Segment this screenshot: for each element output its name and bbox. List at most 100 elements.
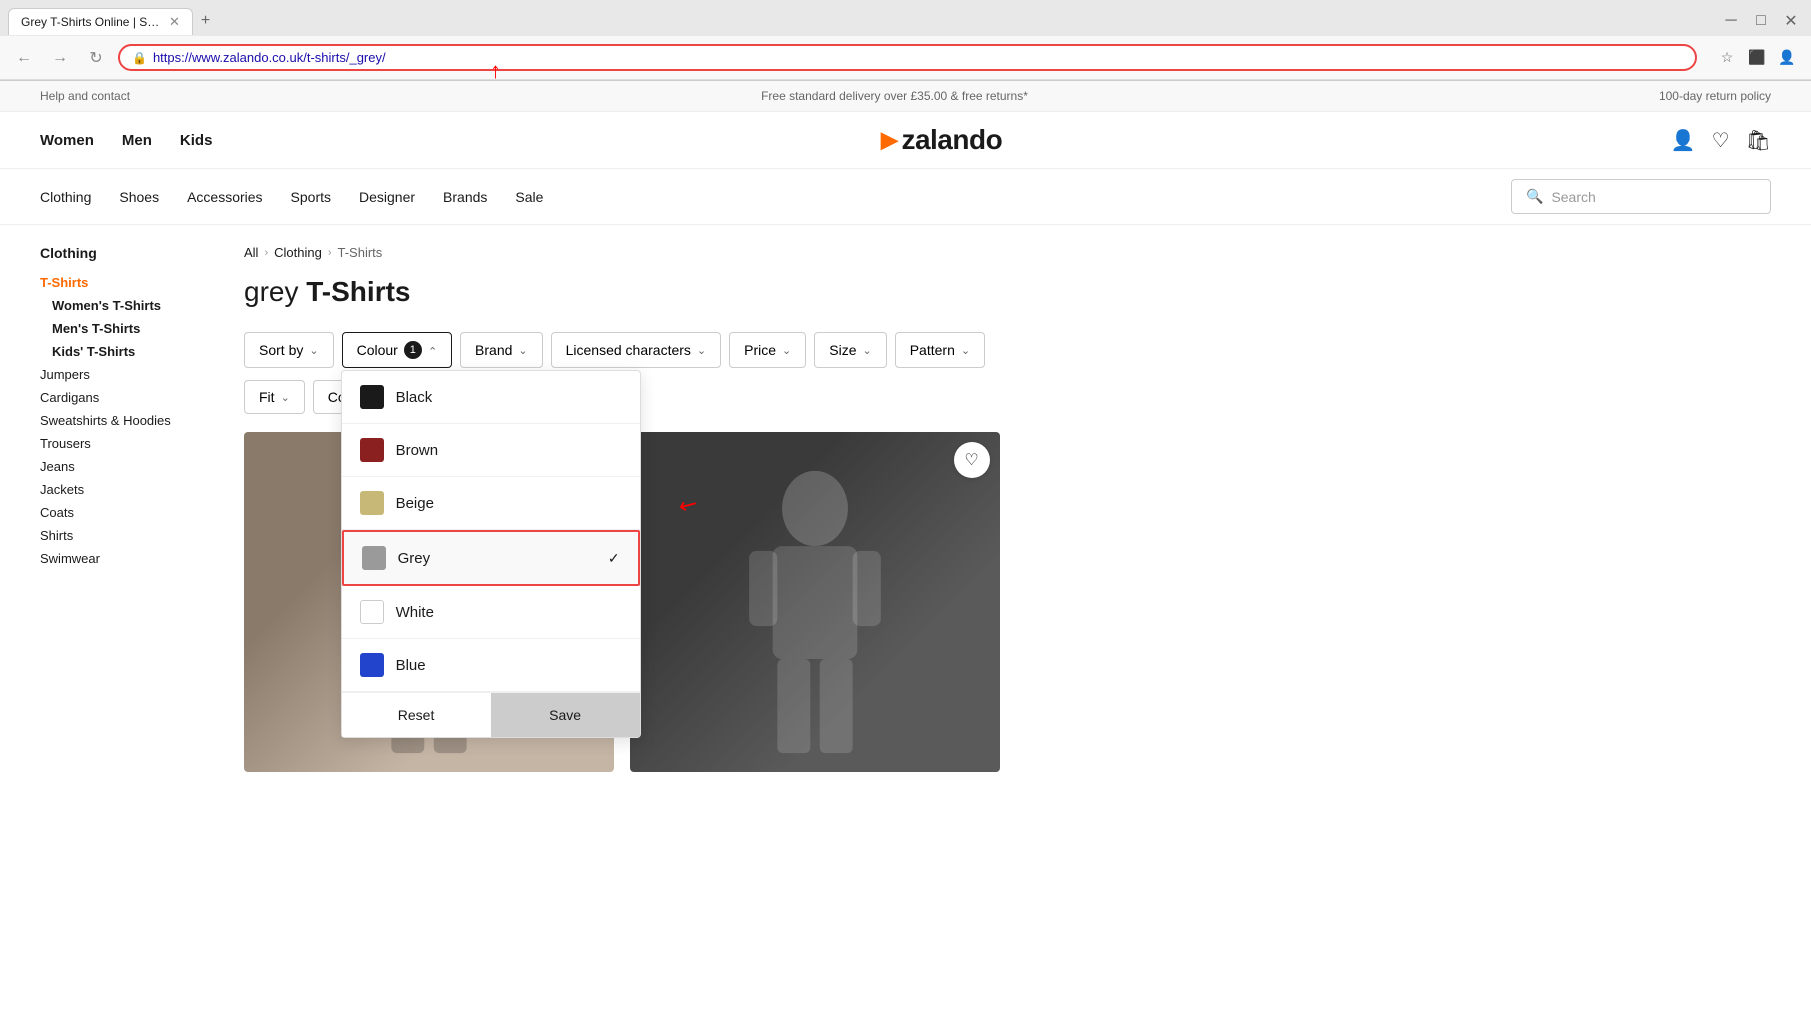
logo-play-icon: ▶ [881,127,897,153]
refresh-button[interactable]: ↻ [82,44,110,72]
filter-brand[interactable]: Brand ⌄ [460,332,543,368]
sidebar-item-womens-tshirts[interactable]: Women's T-Shirts [40,294,220,317]
filter-bar-row1: Sort by ⌄ Colour 1 ⌄ Black [244,332,1771,368]
sub-nav-designer[interactable]: Designer [359,189,415,205]
colour-swatch-beige [360,491,384,515]
sidebar-item-sweatshirts[interactable]: Sweatshirts & Hoodies [40,409,220,432]
browser-chrome: Grey T-Shirts Online | Shop You... ✕ + ─… [0,0,1811,81]
nav-kids[interactable]: Kids [180,132,213,149]
sub-nav-shoes[interactable]: Shoes [119,189,159,205]
site-logo[interactable]: ▶ zalando [232,124,1650,156]
colour-item-beige[interactable]: Beige [342,477,640,530]
content-area: Clothing T-Shirts Women's T-Shirts Men's… [0,225,1811,792]
sidebar-heading: Clothing [40,245,220,261]
colour-item-grey[interactable]: Grey ✓ ↙ [342,530,640,586]
browser-tab-active[interactable]: Grey T-Shirts Online | Shop You... ✕ [8,8,193,35]
product-image-2 [630,432,1000,772]
sidebar-item-mens-tshirts[interactable]: Men's T-Shirts [40,317,220,340]
sidebar-item-shirts[interactable]: Shirts [40,524,220,547]
sidebar-item-trousers[interactable]: Trousers [40,432,220,455]
top-banner: Help and contact Free standard delivery … [0,81,1811,112]
sort-by-chevron: ⌄ [309,344,318,357]
wishlist-button-2[interactable]: ♡ [954,442,990,478]
help-contact-link[interactable]: Help and contact [40,89,130,103]
breadcrumb-clothing[interactable]: Clothing [274,245,322,260]
minimize-button[interactable]: ─ [1719,9,1743,33]
sub-nav-brands[interactable]: Brands [443,189,487,205]
bookmark-button[interactable]: ☆ [1713,44,1741,72]
sub-nav-sale[interactable]: Sale [515,189,543,205]
dropdown-actions: Reset Save [342,692,640,737]
product-card-2[interactable]: ♡ [630,432,1000,772]
breadcrumb-all[interactable]: All [244,245,258,260]
address-bar[interactable]: 🔒 [118,44,1697,71]
search-placeholder: Search [1551,189,1595,205]
size-label: Size [829,342,856,358]
filter-size[interactable]: Size ⌄ [814,332,886,368]
site-header: Women Men Kids ▶ zalando 👤 ♡ 🛍 [0,112,1811,169]
sidebar-item-kids-tshirts[interactable]: Kids' T-Shirts [40,340,220,363]
page-title: grey T-Shirts [244,276,1771,308]
sidebar-item-jackets[interactable]: Jackets [40,478,220,501]
colour-swatch-white [360,600,384,624]
licensed-characters-label: Licensed characters [566,342,691,358]
colour-item-white[interactable]: White [342,586,640,639]
wishlist-icon[interactable]: ♡ [1712,128,1730,153]
size-chevron: ⌄ [863,344,872,357]
price-chevron: ⌄ [782,344,791,357]
nav-men[interactable]: Men [122,132,152,149]
filter-fit[interactable]: Fit ⌄ [244,380,305,414]
main-nav: Women Men Kids [40,132,212,149]
filter-price[interactable]: Price ⌄ [729,332,806,368]
nav-women[interactable]: Women [40,132,94,149]
breadcrumb-current: T-Shirts [338,245,383,260]
new-tab-button[interactable]: + [193,7,218,35]
extensions-button[interactable]: ⬛ [1743,44,1771,72]
account-icon[interactable]: 👤 [1671,128,1696,153]
colour-swatch-brown [360,438,384,462]
filter-pattern[interactable]: Pattern ⌄ [895,332,985,368]
browser-tabs: Grey T-Shirts Online | Shop You... ✕ + ─… [0,0,1811,36]
sidebar-item-coats[interactable]: Coats [40,501,220,524]
filter-sort-by[interactable]: Sort by ⌄ [244,332,334,368]
sidebar-item-swimwear[interactable]: Swimwear [40,547,220,570]
sub-nav-clothing[interactable]: Clothing [40,189,91,205]
sidebar-item-jumpers[interactable]: Jumpers [40,363,220,386]
colour-item-blue[interactable]: Blue [342,639,640,692]
sidebar-item-jeans[interactable]: Jeans [40,455,220,478]
fit-label: Fit [259,389,275,405]
colour-item-black[interactable]: Black [342,371,640,424]
sidebar-item-cardigans[interactable]: Cardigans [40,386,220,409]
product-figure-2 [715,452,915,772]
colour-save-button[interactable]: Save [491,693,640,737]
close-window-button[interactable]: ✕ [1779,9,1803,33]
back-button[interactable]: ← [10,44,38,72]
breadcrumb: All › Clothing › T-Shirts [244,245,1771,260]
filter-licensed-characters[interactable]: Licensed characters ⌄ [551,332,722,368]
colour-reset-button[interactable]: Reset [342,693,491,737]
sidebar-clothing-section: Clothing T-Shirts Women's T-Shirts Men's… [40,245,220,570]
colour-name-beige: Beige [396,495,622,512]
colour-name-black: Black [396,389,622,406]
licensed-characters-chevron: ⌄ [697,344,706,357]
colour-name-grey: Grey [398,550,596,567]
filter-colour[interactable]: Colour 1 ⌄ [342,332,452,368]
url-input[interactable] [153,50,1683,65]
cart-icon[interactable]: 🛍 [1746,128,1771,153]
colour-check-grey: ✓ [608,550,620,567]
sub-nav-accessories[interactable]: Accessories [187,189,262,205]
colour-item-brown[interactable]: Brown [342,424,640,477]
forward-button[interactable]: → [46,44,74,72]
profile-button[interactable]: 👤 [1773,44,1801,72]
colour-label: Colour [357,342,398,358]
sidebar-item-tshirts[interactable]: T-Shirts [40,271,220,294]
sub-nav-sports[interactable]: Sports [291,189,331,205]
delivery-banner: Free standard delivery over £35.00 & fre… [761,89,1028,103]
maximize-button[interactable]: □ [1749,9,1773,33]
brand-chevron: ⌄ [518,344,527,357]
tab-close-button[interactable]: ✕ [169,14,180,30]
breadcrumb-sep-1: › [264,247,268,259]
fit-chevron: ⌄ [281,391,290,404]
return-policy-banner: 100-day return policy [1659,89,1771,103]
search-box[interactable]: 🔍 Search [1511,179,1771,214]
